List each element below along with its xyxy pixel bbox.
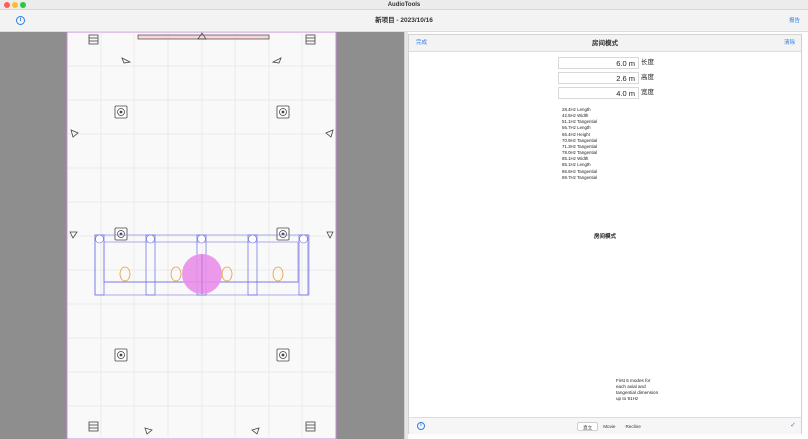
modes-note: First 5 modes for each axial and tangent… xyxy=(616,378,659,401)
height-field[interactable]: 2.6 m xyxy=(558,72,639,84)
length-label: 长度 xyxy=(641,59,654,66)
length-field[interactable]: 6.0 m xyxy=(558,57,639,69)
ceiling-speaker-icon[interactable] xyxy=(276,227,290,241)
list-item: 89.7Hz Tangential xyxy=(562,174,598,180)
room-modes-list: 28.4Hz Length 42.5Hz Width 51.1Hz Tangen… xyxy=(562,107,652,181)
room-plan-drawing[interactable] xyxy=(0,32,404,439)
ceiling-speaker-icon[interactable] xyxy=(114,348,128,362)
modes-heading: 房间模式 xyxy=(593,234,616,240)
segment-recline[interactable]: Recline xyxy=(620,422,645,431)
posture-segmented-control[interactable]: 直立 Movie Recline xyxy=(577,422,646,431)
room-canvas[interactable] xyxy=(0,32,404,439)
ceiling-speaker-icon[interactable] xyxy=(114,105,128,119)
ceiling-speaker-icon[interactable] xyxy=(276,105,290,119)
panel-title: 房间模式 xyxy=(592,40,618,47)
ceiling-speaker-icon[interactable] xyxy=(276,348,290,362)
window-titlebar: AudioTools xyxy=(0,0,808,10)
report-button[interactable]: 报告 xyxy=(789,10,800,32)
segment-movie[interactable]: Movie xyxy=(598,422,620,431)
panel-footer: i 直立 Movie Recline ✓ xyxy=(409,417,801,434)
ceiling-speaker-icon[interactable] xyxy=(114,227,128,241)
panel-header: 完成 房间模式 清除 xyxy=(409,35,801,52)
clear-button[interactable]: 清除 xyxy=(784,35,795,52)
app-title: AudioTools xyxy=(387,2,421,8)
room-modes-panel: 完成 房间模式 清除 6.0 m 长度 2.6 m 高度 4.0 m 宽度 28… xyxy=(408,34,802,434)
main-toolbar: i 新项目 - 2023/10/16 报告 xyxy=(0,10,808,32)
info-icon[interactable]: i xyxy=(417,422,425,430)
height-label: 高度 xyxy=(641,74,654,81)
width-label: 宽度 xyxy=(641,89,654,96)
project-title: 新项目 - 2023/10/16 xyxy=(375,17,433,24)
checkmark-icon[interactable]: ✓ xyxy=(790,420,796,432)
segment-upright[interactable]: 直立 xyxy=(577,422,599,431)
width-field[interactable]: 4.0 m xyxy=(558,87,639,99)
